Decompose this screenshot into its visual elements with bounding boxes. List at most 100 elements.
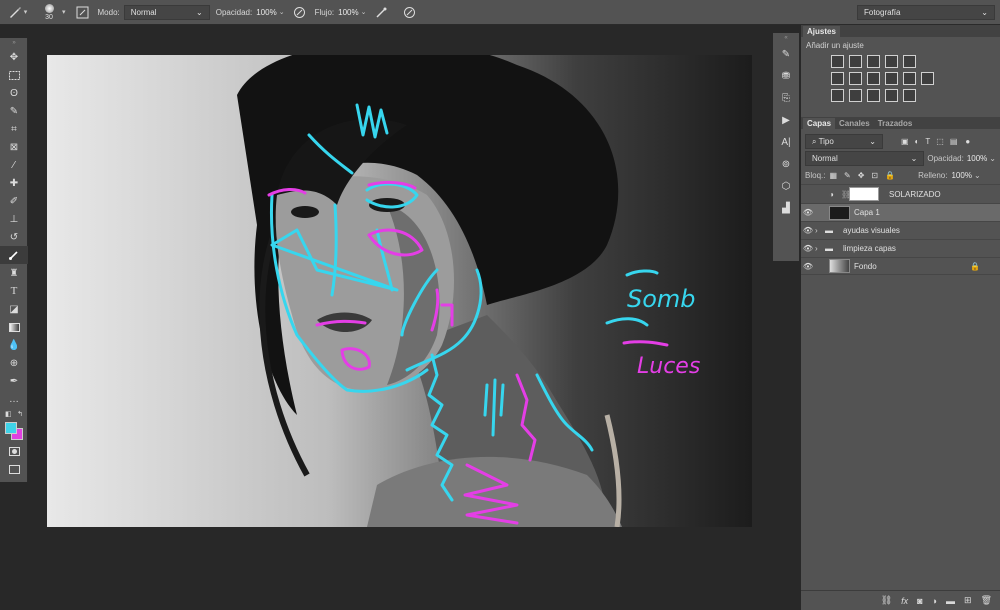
- exposure-icon[interactable]: [885, 55, 898, 68]
- brush-panel-toggle-icon[interactable]: [74, 3, 92, 21]
- mode-dropdown[interactable]: Normal ⌄: [123, 4, 210, 20]
- airbrush-icon[interactable]: [372, 3, 390, 21]
- flow-chevron-icon[interactable]: ⌄: [361, 8, 367, 16]
- chevron-right-icon[interactable]: ›: [815, 244, 825, 253]
- brightness-contrast-icon[interactable]: [831, 55, 844, 68]
- opacity-chevron-icon[interactable]: ⌄: [279, 8, 285, 16]
- chevron-down-icon[interactable]: ⌄: [974, 171, 981, 180]
- selective-color-icon[interactable]: [903, 89, 916, 102]
- link-icon[interactable]: ⛓: [841, 190, 851, 199]
- brush-tool-preset-icon[interactable]: ▾: [0, 0, 34, 25]
- eye-icon[interactable]: 👁: [801, 208, 815, 217]
- layer-opacity-input[interactable]: 100%: [967, 154, 987, 163]
- color-balance-icon[interactable]: [849, 72, 862, 85]
- layer-filter-dropdown[interactable]: ⌕ Tipo ⌄: [805, 134, 883, 149]
- vibrance-icon[interactable]: [903, 55, 916, 68]
- flow-input[interactable]: 100%: [338, 8, 358, 17]
- blur-tool-icon[interactable]: 💧: [0, 336, 28, 354]
- eye-icon[interactable]: 👁: [801, 244, 815, 253]
- layer-mask-thumbnail[interactable]: [849, 187, 879, 201]
- chevron-down-icon: ⌄: [981, 8, 988, 17]
- dodge-tool-icon[interactable]: ⊕: [0, 354, 28, 372]
- brush-presets-icon[interactable]: ✎: [773, 43, 799, 65]
- healing-brush-tool-icon[interactable]: ✚: [0, 174, 28, 192]
- stamp-tool-icon[interactable]: ♜: [0, 264, 28, 282]
- filter-type-icons[interactable]: ▣◐T⬚▤: [901, 137, 963, 146]
- layer-row-capa-1[interactable]: 👁 Capa 1: [801, 203, 1000, 221]
- link-layers-icon[interactable]: ⛓: [881, 595, 892, 606]
- posterize-icon[interactable]: [849, 89, 862, 102]
- pressure-size-icon[interactable]: [400, 3, 418, 21]
- new-layer-icon[interactable]: ⊞: [964, 595, 972, 606]
- tab-channels[interactable]: Canales: [835, 118, 874, 129]
- clone-stamp-tool-icon[interactable]: ⊥: [0, 210, 28, 228]
- quick-selection-tool-icon[interactable]: ✎: [0, 102, 28, 120]
- brush-tool-active-icon[interactable]: [0, 246, 28, 264]
- gradient-map-icon[interactable]: [885, 89, 898, 102]
- opacity-input[interactable]: 100%: [256, 8, 276, 17]
- more-tools-icon[interactable]: …: [0, 390, 28, 408]
- quick-mask-icon[interactable]: [0, 442, 28, 460]
- layer-row-ayudas-visuales[interactable]: 👁 › ▬ ayudas visuales: [801, 221, 1000, 239]
- layer-row-solarizado[interactable]: ◑ ⛓ SOLARIZADO: [801, 184, 1000, 203]
- brush-picker-chevron-icon[interactable]: ▾: [62, 8, 66, 16]
- 3d-panel-icon[interactable]: ⬡: [773, 175, 799, 197]
- pen-tool-icon[interactable]: ✒: [0, 372, 28, 390]
- history-brush-tool-icon[interactable]: ↺: [0, 228, 28, 246]
- type-tool-icon[interactable]: T: [0, 282, 28, 300]
- toolbar-collapse-icon[interactable]: »: [0, 38, 28, 48]
- brush-tool-icon[interactable]: ✐: [0, 192, 28, 210]
- hue-saturation-icon[interactable]: [831, 72, 844, 85]
- foreground-color-swatch[interactable]: [5, 422, 17, 434]
- lasso-tool-icon[interactable]: ʘ: [0, 84, 28, 102]
- invert-icon[interactable]: [831, 89, 844, 102]
- actions-panel-icon[interactable]: ▶: [773, 109, 799, 131]
- pressure-opacity-icon[interactable]: [291, 3, 309, 21]
- tab-paths[interactable]: Trazados: [874, 118, 917, 129]
- lock-icon[interactable]: 🔒: [970, 262, 980, 271]
- color-swatches[interactable]: [0, 420, 28, 442]
- chevron-right-icon[interactable]: ›: [815, 226, 825, 235]
- libraries-panel-icon[interactable]: ⊚: [773, 153, 799, 175]
- filter-toggle-icon[interactable]: ●: [965, 137, 970, 146]
- threshold-icon[interactable]: [867, 89, 880, 102]
- layer-row-fondo[interactable]: 👁 Fondo 🔒: [801, 257, 1000, 275]
- tab-layers[interactable]: Capas: [803, 118, 836, 129]
- levels-icon[interactable]: [849, 55, 862, 68]
- delete-layer-icon[interactable]: 🗑: [981, 595, 992, 606]
- eye-icon[interactable]: 👁: [801, 226, 815, 235]
- character-panel-icon[interactable]: ⛃: [773, 65, 799, 87]
- blend-mode-dropdown[interactable]: Normal ⌄: [805, 151, 925, 166]
- gradient-tool-icon[interactable]: [0, 318, 28, 336]
- swap-colors-icon[interactable]: ◧ ↰: [0, 408, 28, 420]
- eye-icon[interactable]: 👁: [801, 262, 815, 271]
- history-panel-icon[interactable]: ⎘: [773, 87, 799, 109]
- dock-collapse-icon[interactable]: «: [773, 33, 799, 43]
- black-white-icon[interactable]: [867, 72, 880, 85]
- lock-options-icons[interactable]: ▦✎✥⊡🔒: [829, 171, 902, 180]
- chevron-down-icon[interactable]: ⌄: [989, 154, 996, 163]
- layer-row-limpieza-capas[interactable]: 👁 › ▬ limpieza capas: [801, 239, 1000, 257]
- new-group-icon[interactable]: ▬: [946, 596, 955, 606]
- fill-input[interactable]: 100%: [951, 171, 971, 180]
- eyedropper-tool-icon[interactable]: ⁄: [0, 156, 28, 174]
- move-tool-icon[interactable]: ✥: [0, 48, 28, 66]
- new-adjustment-icon[interactable]: ◑: [932, 596, 937, 606]
- channel-mixer-icon[interactable]: [903, 72, 916, 85]
- screen-mode-icon[interactable]: [0, 460, 28, 478]
- histogram-panel-icon[interactable]: ▟: [773, 197, 799, 219]
- add-mask-icon[interactable]: ◙: [917, 596, 922, 606]
- eraser-tool-icon[interactable]: ◪: [0, 300, 28, 318]
- color-lookup-icon[interactable]: [921, 72, 934, 85]
- crop-tool-icon[interactable]: ⌗: [0, 120, 28, 138]
- photo-filter-icon[interactable]: [885, 72, 898, 85]
- layer-style-icon[interactable]: fx: [901, 596, 908, 606]
- workspace-dropdown[interactable]: Fotografía ⌄: [857, 5, 995, 20]
- document-canvas[interactable]: Somb Luces: [47, 55, 752, 527]
- brush-size-picker[interactable]: 30: [38, 1, 60, 23]
- tab-adjustments[interactable]: Ajustes: [803, 26, 840, 37]
- marquee-tool-icon[interactable]: [0, 66, 28, 84]
- frame-tool-icon[interactable]: ⊠: [0, 138, 28, 156]
- curves-icon[interactable]: [867, 55, 880, 68]
- paragraph-panel-icon[interactable]: A|: [773, 131, 799, 153]
